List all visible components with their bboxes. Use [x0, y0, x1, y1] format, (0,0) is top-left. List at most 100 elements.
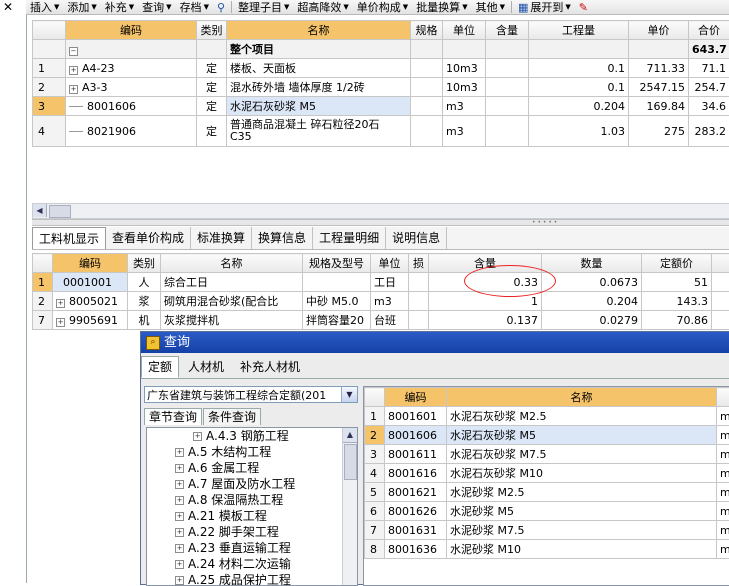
scroll-up-icon[interactable]: ▲ [343, 428, 357, 443]
tab-description[interactable]: 说明信息 [386, 227, 447, 249]
tree-item[interactable]: +A.23 垂直运输工程 [147, 540, 357, 556]
table-row[interactable]: 4 8021906 定 普通商品混凝土 碎石粒径20石C35 m3 1.03 2… [33, 116, 729, 147]
table-row[interactable]: 88001636水泥砂浆 M10m3 [365, 540, 729, 559]
expand-icon[interactable]: + [56, 299, 65, 308]
col-header-type[interactable]: 类别 [197, 21, 227, 40]
toolbar-height-efficiency[interactable]: 超高降效▼ [293, 1, 352, 14]
expand-icon[interactable]: + [175, 448, 184, 457]
chapter-tree: +A.4.3 钢筋工程 +A.5 木结构工程 +A.6 金属工程 +A.7 屋面… [146, 427, 358, 586]
scrollbar-thumb[interactable] [49, 205, 71, 218]
tab-labor-material-machine[interactable]: 工料机显示 [32, 227, 106, 249]
tab-quota[interactable]: 定额 [141, 356, 179, 378]
tab-supplement-labor-material[interactable]: 补充人材机 [233, 356, 307, 378]
col-header-total[interactable]: 合价 [689, 21, 729, 40]
tab-condition-query[interactable]: 条件查询 [203, 408, 261, 425]
col-header-code[interactable]: 编码 [66, 21, 197, 40]
table-row[interactable]: 3 8001606 定 水泥石灰砂浆 M5 m3 0.204 169.84 34… [33, 97, 729, 116]
toolbar-other[interactable]: 其他▼ [472, 1, 509, 14]
scroll-left-icon[interactable]: ◀ [33, 204, 47, 217]
col-header-spec-model[interactable]: 规格及型号 [303, 254, 371, 273]
tree-item[interactable]: +A.7 屋面及防水工程 [147, 476, 357, 492]
chevron-down-icon[interactable]: ▼ [341, 387, 357, 402]
dialog-titlebar[interactable]: ⌕ 查询 [141, 332, 729, 353]
color-icon[interactable]: ✎ [575, 1, 592, 14]
col-header-code[interactable]: 编码 [385, 388, 447, 407]
table-row[interactable]: 18001601水泥石灰砂浆 M2.5m3 [365, 407, 729, 426]
expand-icon[interactable]: + [193, 432, 202, 441]
col-header-quota-price[interactable]: 定额价 [642, 254, 712, 273]
expand-icon[interactable]: + [175, 576, 184, 585]
horizontal-scrollbar[interactable]: ◀ [32, 203, 729, 219]
expand-icon[interactable]: + [69, 85, 78, 94]
dropdown-arrow-icon: ▼ [403, 1, 408, 14]
expand-icon[interactable]: + [56, 318, 65, 327]
quota-library-select[interactable]: 广东省建筑与装饰工程综合定额(201 ▼ [144, 386, 358, 403]
vertical-scrollbar[interactable]: ▲ [342, 428, 357, 585]
col-header-unit[interactable]: 单位 [371, 254, 409, 273]
collapse-icon[interactable]: − [69, 47, 78, 56]
binoculars-icon[interactable]: ⚲ [213, 1, 229, 14]
tab-quantity-detail[interactable]: 工程量明细 [313, 227, 386, 249]
col-header-loss[interactable]: 损 [409, 254, 429, 273]
tree-item[interactable]: +A.4.3 钢筋工程 [147, 428, 357, 444]
table-row[interactable]: 38001611水泥石灰砂浆 M7.5m3 [365, 445, 729, 464]
dropdown-arrow-icon: ▼ [91, 1, 96, 14]
toolbar-insert[interactable]: 插入▼ [26, 1, 63, 14]
col-header-quantity[interactable]: 数量 [542, 254, 642, 273]
tab-conversion-info[interactable]: 换算信息 [252, 227, 313, 249]
dialog-title: 查询 [164, 332, 190, 353]
table-row[interactable]: 28001606水泥石灰砂浆 M5m3 [365, 426, 729, 445]
toolbar-query[interactable]: 查询▼ [138, 1, 175, 14]
expand-icon[interactable]: + [175, 496, 184, 505]
tree-item[interactable]: +A.24 材料二次运输 [147, 556, 357, 572]
table-row[interactable]: 48001616水泥石灰砂浆 M10m3 [365, 464, 729, 483]
col-header-name[interactable]: 名称 [447, 388, 717, 407]
tree-item[interactable]: +A.5 木结构工程 [147, 444, 357, 460]
table-row[interactable]: 2 +A3-3 定 混水砖外墙 墙体厚度 1/2砖 10m3 0.1 2547.… [33, 78, 729, 97]
col-header-code[interactable]: 编码 [53, 254, 128, 273]
tab-unit-price-composition[interactable]: 查看单价构成 [106, 227, 191, 249]
toolbar-price-composition[interactable]: 单价构成▼ [353, 1, 412, 14]
tree-item[interactable]: +A.21 模板工程 [147, 508, 357, 524]
col-header-unit[interactable]: 单位 [443, 21, 486, 40]
tab-standard-conversion[interactable]: 标准换算 [191, 227, 252, 249]
col-header-name[interactable]: 名称 [161, 254, 303, 273]
table-row[interactable]: 58001621水泥砂浆 M2.5m3 [365, 483, 729, 502]
table-row[interactable]: 68001626水泥砂浆 M5m3 [365, 502, 729, 521]
expand-icon[interactable]: + [69, 66, 78, 75]
col-header-type[interactable]: 类别 [128, 254, 161, 273]
toolbar-archive[interactable]: 存档▼ [176, 1, 213, 14]
toolbar-batch-convert[interactable]: 批量换算▼ [412, 1, 471, 14]
table-row[interactable]: − 整个项目 643.7 [33, 40, 729, 59]
tab-labor-material[interactable]: 人材机 [181, 356, 231, 378]
tree-item[interactable]: +A.25 成品保护工程 [147, 572, 357, 586]
expand-icon[interactable]: + [175, 480, 184, 489]
table-row[interactable]: 2 +8005021 浆 砌筑用混合砂浆(配合比 中砂 M5.0 m3 1 0.… [33, 292, 729, 311]
scrollbar-thumb[interactable] [344, 444, 357, 480]
pane-splitter[interactable]: • • • • • [32, 219, 729, 226]
table-row[interactable]: 78001631水泥砂浆 M7.5m3 [365, 521, 729, 540]
col-header-content[interactable]: 含量 [486, 21, 529, 40]
col-header-spec[interactable]: 规格 [411, 21, 443, 40]
col-header-quantity[interactable]: 工程量 [529, 21, 629, 40]
quota-results-grid: 编码 名称 18001601水泥石灰砂浆 M2.5m3 28001606水泥石灰… [364, 387, 729, 559]
col-header-price[interactable]: 单价 [629, 21, 689, 40]
expand-icon[interactable]: + [175, 464, 184, 473]
expand-icon[interactable]: + [175, 528, 184, 537]
close-icon[interactable]: ✕ [3, 0, 17, 14]
expand-icon[interactable]: + [175, 512, 184, 521]
toolbar-organize[interactable]: 整理子目▼ [234, 1, 293, 14]
toolbar-expand-to[interactable]: ▦展开到▼ [514, 1, 575, 14]
table-row[interactable]: 1 0001001 人 综合工日 工日 0.33 0.0673 51 [33, 273, 729, 292]
toolbar-supplement[interactable]: 补充▼ [101, 1, 138, 14]
col-header-name[interactable]: 名称 [227, 21, 411, 40]
expand-icon[interactable]: + [175, 560, 184, 569]
tree-item[interactable]: +A.8 保温隔热工程 [147, 492, 357, 508]
tree-item[interactable]: +A.6 金属工程 [147, 460, 357, 476]
tree-item[interactable]: +A.22 脚手架工程 [147, 524, 357, 540]
table-row[interactable]: 1 +A4-23 定 楼板、天面板 10m3 0.1 711.33 71.1 [33, 59, 729, 78]
toolbar-add[interactable]: 添加▼ [63, 1, 100, 14]
expand-icon[interactable]: + [175, 544, 184, 553]
table-row[interactable]: 7 +9905691 机 灰浆搅拌机 拌筒容量20 台班 0.137 0.027… [33, 311, 729, 330]
tab-chapter-query[interactable]: 章节查询 [144, 408, 202, 425]
